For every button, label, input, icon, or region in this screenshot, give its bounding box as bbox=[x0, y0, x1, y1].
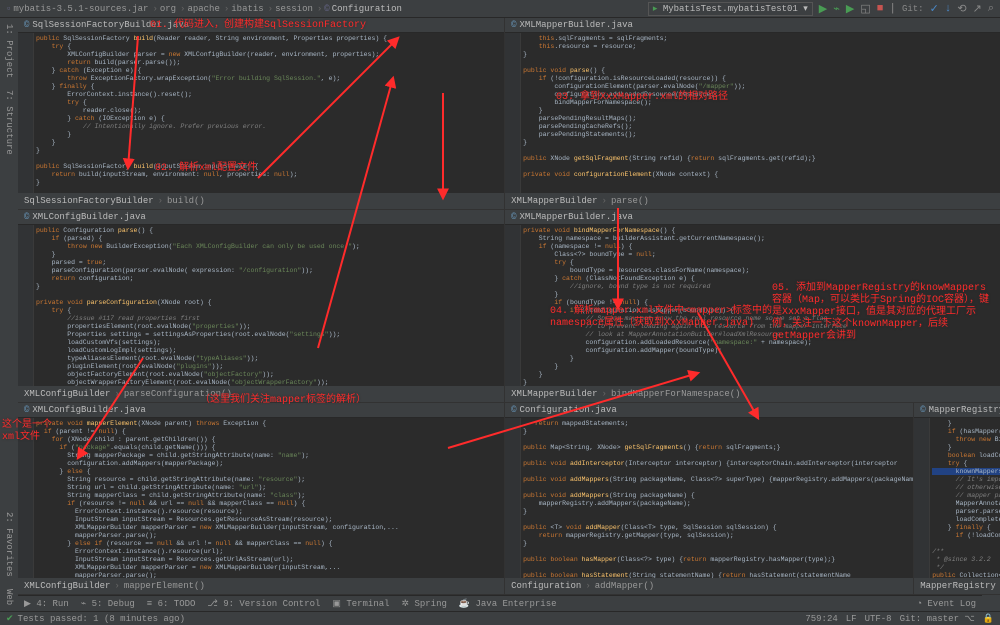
editor-grid: ©SqlSessionFactoryBuilder.java public Sq… bbox=[18, 18, 982, 595]
tool-debug[interactable]: ⌁ 5: Debug bbox=[81, 599, 135, 609]
java-icon: © bbox=[24, 212, 29, 222]
pane-2: ©XMLConfigBuilder.java public Configurat… bbox=[18, 210, 505, 402]
search-icon[interactable]: ⌕ bbox=[988, 3, 994, 15]
pane-3: ©XMLMapperBuilder.java private void bind… bbox=[505, 210, 1000, 402]
pane-tab[interactable]: ©XMLConfigBuilder.java bbox=[18, 210, 504, 225]
tool-terminal[interactable]: ▣ Terminal bbox=[332, 599, 389, 609]
git-branch[interactable]: Git: master ⌥ bbox=[900, 614, 975, 624]
caret-pos[interactable]: 759:24 bbox=[805, 614, 837, 624]
tests-ok-icon: ✔ bbox=[6, 614, 14, 624]
crumb-bar[interactable]: XMLConfigBuilder›parseConfiguration() bbox=[18, 386, 504, 402]
pane-tab[interactable]: ©XMLMapperBuilder.java bbox=[505, 210, 1000, 225]
git-history-icon[interactable]: ⟲ bbox=[957, 2, 966, 16]
line-ending[interactable]: LF bbox=[846, 614, 857, 624]
run-icon[interactable]: ▶ bbox=[819, 2, 827, 16]
breadcrumb-pkg[interactable]: apache bbox=[187, 4, 219, 14]
lock-icon[interactable]: 🔒 bbox=[983, 614, 994, 624]
pane-6: ©MapperRegistry.java } if (hasMapper(typ… bbox=[914, 403, 1000, 595]
tool-vcs[interactable]: ⎇ 9: Version Control bbox=[207, 599, 320, 609]
code-editor[interactable]: return mappedStatements; } public Map<St… bbox=[505, 418, 913, 578]
crumb-bar[interactable]: XMLMapperBuilder›parse() bbox=[505, 193, 1000, 209]
debug-icon[interactable]: ⌁ bbox=[833, 2, 840, 16]
pane-tab[interactable]: ©Configuration.java bbox=[505, 403, 913, 418]
crumb-bar[interactable]: MapperRegistry›addMapper() bbox=[914, 578, 1000, 594]
encoding[interactable]: UTF-8 bbox=[865, 614, 892, 624]
breadcrumb-file[interactable]: Configuration bbox=[332, 4, 402, 14]
code-editor[interactable]: this.sqlFragments = sqlFragments; this.r… bbox=[505, 33, 1000, 193]
git-update-icon[interactable]: ✓ bbox=[930, 2, 939, 16]
crumb-bar[interactable]: XMLMapperBuilder›bindMapperForNamespace(… bbox=[505, 386, 1000, 402]
coverage-icon[interactable]: ▶ bbox=[846, 2, 854, 16]
breadcrumb-pkg[interactable]: org bbox=[160, 4, 176, 14]
git-pull-icon[interactable]: ↓ bbox=[945, 3, 952, 15]
pane-tab[interactable]: ©XMLConfigBuilder.java bbox=[18, 403, 504, 418]
git-push-icon[interactable]: ↗ bbox=[973, 2, 982, 16]
tool-spring[interactable]: ✲ Spring bbox=[402, 599, 447, 609]
run-config-selector[interactable]: ▸ MybatisTest.mybatisTest01 ▾ bbox=[648, 2, 813, 16]
git-label: Git: bbox=[902, 4, 924, 14]
pane-tab[interactable]: ©MapperRegistry.java bbox=[914, 403, 1000, 418]
java-icon: © bbox=[24, 405, 29, 415]
java-icon: © bbox=[920, 405, 925, 415]
tool-run[interactable]: ▶ 4: Run bbox=[24, 599, 69, 609]
crumb-bar[interactable]: SqlSessionFactoryBuilder›build() bbox=[18, 193, 504, 209]
pane-tab[interactable]: ©SqlSessionFactoryBuilder.java bbox=[18, 18, 504, 33]
tool-todo[interactable]: ≡ 6: TODO bbox=[147, 599, 196, 609]
status-bar: ✔ Tests passed: 1 (8 minutes ago) 759:24… bbox=[0, 611, 1000, 625]
crumb-bar[interactable]: XMLConfigBuilder›mapperElement() bbox=[18, 578, 504, 594]
code-editor[interactable]: public SqlSessionFactory build(Reader re… bbox=[18, 33, 504, 193]
left-tool-strip: 1: Project 7: Structure 2: Favorites Web bbox=[0, 18, 18, 611]
profile-icon[interactable]: ◱ bbox=[860, 2, 870, 16]
tool-favorites[interactable]: 2: Favorites bbox=[2, 506, 16, 583]
code-editor[interactable]: private void mapperElement(XNode parent)… bbox=[18, 418, 504, 578]
bottom-toolbar: ▶ 4: Run ⌁ 5: Debug ≡ 6: TODO ⎇ 9: Versi… bbox=[18, 595, 982, 611]
code-editor[interactable]: private void bindMapperForNamespace() { … bbox=[505, 225, 1000, 385]
code-editor[interactable]: public Configuration parse() { if (parse… bbox=[18, 225, 504, 385]
tests-status: Tests passed: 1 (8 minutes ago) bbox=[18, 614, 185, 624]
pane-1: ©XMLMapperBuilder.java this.sqlFragments… bbox=[505, 18, 1000, 210]
tool-web[interactable]: Web bbox=[2, 583, 16, 611]
top-nav-bar: ▫ mybatis-3.5.1-sources.jar › org › apac… bbox=[0, 0, 1000, 18]
java-icon: © bbox=[24, 20, 29, 30]
event-log[interactable]: ◔ Event Log bbox=[917, 599, 976, 609]
tool-project[interactable]: 1: Project bbox=[2, 18, 16, 84]
pane-0: ©SqlSessionFactoryBuilder.java public Sq… bbox=[18, 18, 505, 210]
breadcrumb-pkg[interactable]: ibatis bbox=[231, 4, 263, 14]
stop-icon[interactable]: ■ bbox=[877, 3, 884, 15]
breadcrumb-jar[interactable]: mybatis-3.5.1-sources.jar bbox=[13, 4, 148, 14]
class-icon: © bbox=[324, 4, 329, 14]
java-icon: © bbox=[511, 405, 516, 415]
pane-tab[interactable]: ©XMLMapperBuilder.java bbox=[505, 18, 1000, 33]
crumb-bar[interactable]: Configuration›addMapper() bbox=[505, 578, 913, 594]
jar-icon: ▫ bbox=[6, 4, 11, 14]
tool-structure[interactable]: 7: Structure bbox=[2, 84, 16, 161]
pane-5: ©Configuration.java return mappedStateme… bbox=[505, 403, 914, 595]
tool-jee[interactable]: ☕ Java Enterprise bbox=[459, 599, 557, 609]
code-editor[interactable]: } if (hasMapper(type)) { throw new Bindi… bbox=[914, 418, 1000, 578]
java-icon: © bbox=[511, 20, 516, 30]
breadcrumb-pkg[interactable]: session bbox=[275, 4, 313, 14]
pane-4: ©XMLConfigBuilder.java private void mapp… bbox=[18, 403, 505, 595]
java-icon: © bbox=[511, 212, 516, 222]
